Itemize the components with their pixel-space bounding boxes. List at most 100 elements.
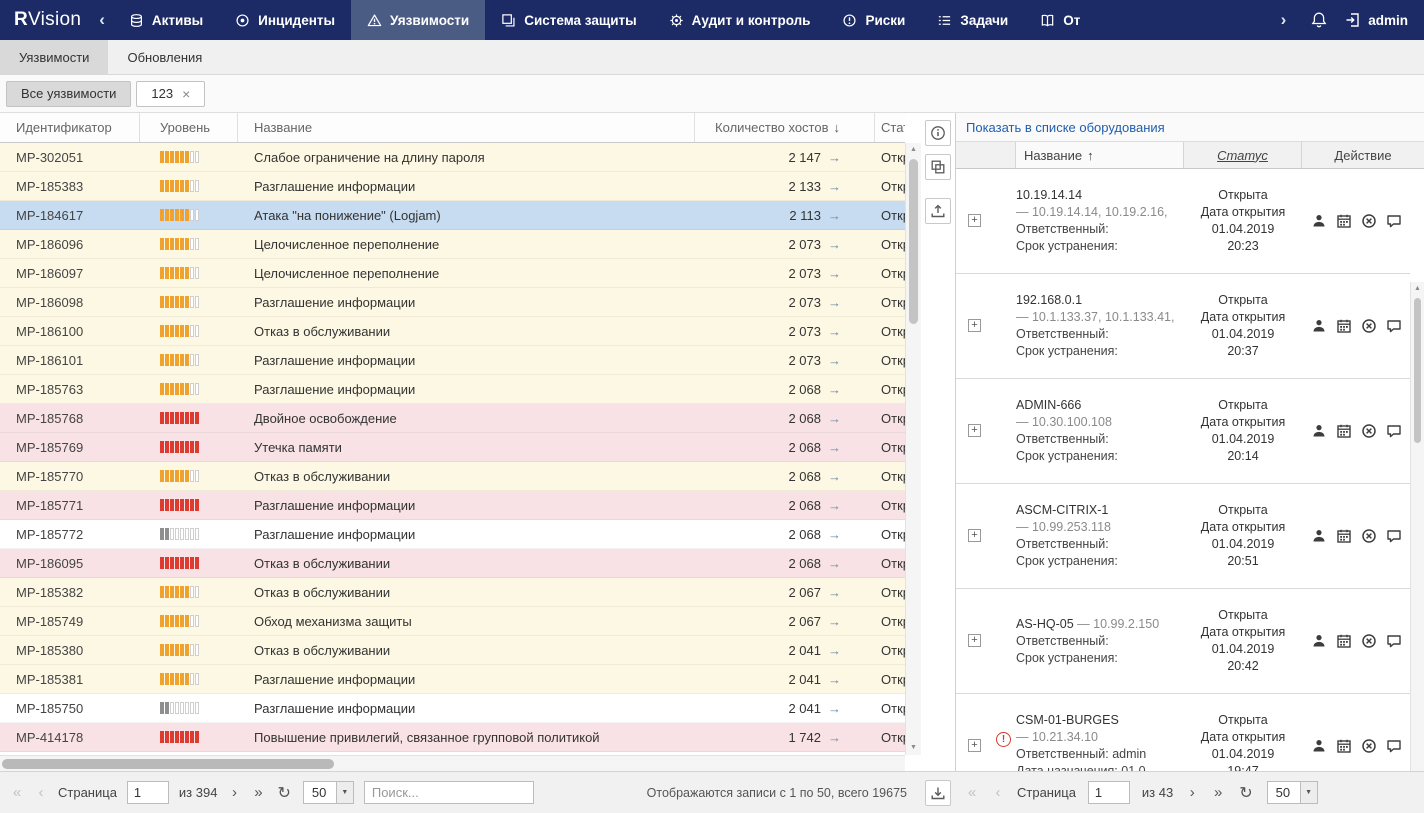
hosts-link-icon[interactable]: → xyxy=(828,672,841,687)
vuln-table-row[interactable]: MP-185772 Разглашение информации 2 068 →… xyxy=(0,520,905,549)
vuln-table-row[interactable]: MP-186101 Разглашение информации 2 073 →… xyxy=(0,346,905,375)
assign-user-button[interactable] xyxy=(1309,631,1329,651)
set-deadline-button[interactable] xyxy=(1334,211,1354,231)
vuln-table-row[interactable]: MP-186100 Отказ в обслуживании 2 073 → О… xyxy=(0,317,905,346)
set-deadline-button[interactable] xyxy=(1334,526,1354,546)
vuln-table-row[interactable]: MP-186097 Целочисленное переполнение 2 0… xyxy=(0,259,905,288)
hosts-link-icon[interactable]: → xyxy=(828,585,841,600)
close-vulnerability-button[interactable] xyxy=(1359,211,1379,231)
vuln-table-scrollbar[interactable]: ▲ ▼ xyxy=(905,143,921,755)
hscrollbar-thumb[interactable] xyxy=(2,759,334,769)
next-page-button[interactable]: › xyxy=(1185,784,1199,801)
prev-page-button[interactable]: ‹ xyxy=(34,784,48,801)
nav-scroll-right-icon[interactable]: › xyxy=(1273,10,1295,30)
vuln-table-row[interactable]: MP-186095 Отказ в обслуживании 2 068 → О… xyxy=(0,549,905,578)
scroll-down-icon[interactable]: ▼ xyxy=(906,741,921,755)
vuln-table-row[interactable]: MP-185769 Утечка памяти 2 068 → Открыта xyxy=(0,433,905,462)
filter-tab-all[interactable]: Все уязвимости xyxy=(6,80,132,107)
vuln-table-row[interactable]: MP-186098 Разглашение информации 2 073 →… xyxy=(0,288,905,317)
expand-button[interactable]: + xyxy=(968,739,981,752)
scrollbar-thumb[interactable] xyxy=(1414,298,1421,443)
hosts-link-icon[interactable]: → xyxy=(828,237,841,252)
hosts-link-icon[interactable]: → xyxy=(828,527,841,542)
prev-page-button[interactable]: ‹ xyxy=(991,784,1005,801)
assign-user-button[interactable] xyxy=(1309,421,1329,441)
col-header-hosts[interactable]: Количество хостов ↓ xyxy=(695,113,875,142)
expand-button[interactable]: + xyxy=(968,214,981,227)
vuln-table-row[interactable]: MP-185771 Разглашение информации 2 068 →… xyxy=(0,491,905,520)
related-items-button[interactable] xyxy=(925,154,951,180)
vuln-table-row[interactable]: MP-302051 Слабое ограничение на длину па… xyxy=(0,143,905,172)
first-page-button[interactable]: « xyxy=(965,784,979,801)
comment-button[interactable] xyxy=(1384,631,1404,651)
vuln-table-row[interactable]: MP-184617 Атака "на понижение" (Logjam) … xyxy=(0,201,905,230)
last-page-button[interactable]: » xyxy=(1211,784,1225,801)
hosts-link-icon[interactable]: → xyxy=(828,411,841,426)
nav-item-reports[interactable]: От xyxy=(1024,0,1096,40)
hosts-link-icon[interactable]: → xyxy=(828,440,841,455)
vuln-table-row[interactable]: MP-185382 Отказ в обслуживании 2 067 → О… xyxy=(0,578,905,607)
hosts-link-icon[interactable]: → xyxy=(828,324,841,339)
close-icon[interactable]: × xyxy=(182,86,190,102)
equipment-row[interactable]: + AS-HQ-05 — 10.99.2.150 Ответственный: … xyxy=(956,589,1410,694)
scrollbar-thumb[interactable] xyxy=(909,159,918,324)
vuln-table-row[interactable]: MP-185381 Разглашение информации 2 041 →… xyxy=(0,665,905,694)
nav-item-tasks[interactable]: Задачи xyxy=(921,0,1024,40)
nav-item-audit[interactable]: Аудит и контроль xyxy=(653,0,827,40)
col-header-equipment-status[interactable]: Статус xyxy=(1184,142,1302,168)
hosts-link-icon[interactable]: → xyxy=(828,469,841,484)
upload-button[interactable] xyxy=(925,198,951,224)
vuln-table-row[interactable]: MP-186096 Целочисленное переполнение 2 0… xyxy=(0,230,905,259)
vuln-table-row[interactable]: MP-185383 Разглашение информации 2 133 →… xyxy=(0,172,905,201)
nav-item-incidents[interactable]: Инциденты xyxy=(219,0,351,40)
close-vulnerability-button[interactable] xyxy=(1359,526,1379,546)
hosts-link-icon[interactable]: → xyxy=(828,701,841,716)
hosts-link-icon[interactable]: → xyxy=(828,208,841,223)
close-vulnerability-button[interactable] xyxy=(1359,316,1379,336)
export-button[interactable] xyxy=(925,779,951,806)
vuln-table-row[interactable]: MP-185768 Двойное освобождение 2 068 → О… xyxy=(0,404,905,433)
vuln-table-row[interactable]: MP-185763 Разглашение информации 2 068 →… xyxy=(0,375,905,404)
vuln-table-row[interactable]: MP-185750 Разглашение информации 2 041 →… xyxy=(0,694,905,723)
first-page-button[interactable]: « xyxy=(10,784,24,801)
hosts-link-icon[interactable]: → xyxy=(828,730,841,745)
comment-button[interactable] xyxy=(1384,421,1404,441)
close-vulnerability-button[interactable] xyxy=(1359,631,1379,651)
info-button[interactable] xyxy=(925,120,951,146)
assign-user-button[interactable] xyxy=(1309,211,1329,231)
close-vulnerability-button[interactable] xyxy=(1359,421,1379,441)
hosts-link-icon[interactable]: → xyxy=(828,498,841,513)
assign-user-button[interactable] xyxy=(1309,736,1329,756)
equipment-row[interactable]: + ! CSM-01-BURGES — 10.21.34.10 Ответств… xyxy=(956,694,1410,771)
user-menu[interactable]: admin xyxy=(1344,11,1408,29)
col-header-id[interactable]: Идентификатор xyxy=(0,113,140,142)
hosts-link-icon[interactable]: → xyxy=(828,266,841,281)
filter-tab-custom[interactable]: 123 × xyxy=(136,80,206,107)
col-header-status[interactable]: Статус xyxy=(875,113,905,142)
col-header-level[interactable]: Уровень xyxy=(140,113,238,142)
comment-button[interactable] xyxy=(1384,526,1404,546)
set-deadline-button[interactable] xyxy=(1334,421,1354,441)
assign-user-button[interactable] xyxy=(1309,526,1329,546)
vuln-table-row[interactable]: MP-185380 Отказ в обслуживании 2 041 → О… xyxy=(0,636,905,665)
set-deadline-button[interactable] xyxy=(1334,316,1354,336)
equipment-row[interactable]: + ASCM-CITRIX-1 — 10.99.253.118 Ответств… xyxy=(956,484,1410,589)
page-size-select[interactable]: 50 ▼ xyxy=(1266,781,1318,804)
search-input[interactable] xyxy=(363,781,534,804)
last-page-button[interactable]: » xyxy=(251,784,265,801)
refresh-icon[interactable]: ↻ xyxy=(275,783,292,803)
comment-button[interactable] xyxy=(1384,211,1404,231)
tab-updates[interactable]: Обновления xyxy=(108,40,221,74)
col-header-equipment-name[interactable]: Название ↑ xyxy=(1016,142,1184,168)
equipment-row[interactable]: + 192.168.0.1 — 10.1.133.37, 10.1.133.41… xyxy=(956,274,1410,379)
equipment-table-scrollbar[interactable]: ▲ ▼ xyxy=(1410,282,1424,813)
hosts-link-icon[interactable]: → xyxy=(828,179,841,194)
nav-item-vulnerabilities[interactable]: Уязвимости xyxy=(351,0,486,40)
bell-icon[interactable] xyxy=(1310,11,1328,29)
scroll-up-icon[interactable]: ▲ xyxy=(1411,282,1424,296)
expand-button[interactable]: + xyxy=(968,529,981,542)
equipment-row[interactable]: + ADMIN-666 — 10.30.100.108 Ответственны… xyxy=(956,379,1410,484)
hosts-link-icon[interactable]: → xyxy=(828,556,841,571)
nav-item-defense-system[interactable]: Система защиты xyxy=(485,0,652,40)
hosts-link-icon[interactable]: → xyxy=(828,382,841,397)
